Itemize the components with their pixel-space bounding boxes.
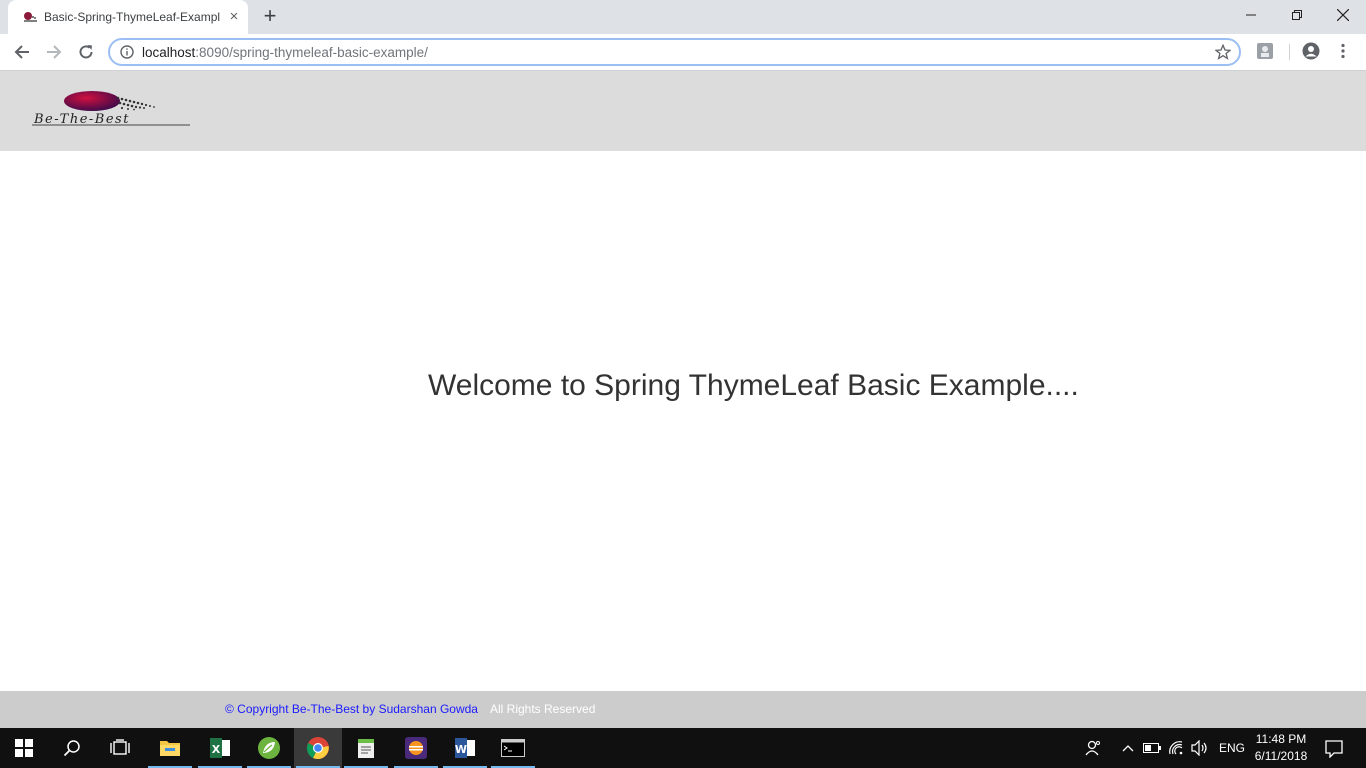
url-host: localhost [142, 45, 196, 60]
site-favicon-icon [24, 12, 37, 22]
tab-title: Basic-Spring-ThymeLeaf-Example [44, 10, 220, 24]
address-bar[interactable]: localhost:8090/spring-thymeleaf-basic-ex… [108, 38, 1241, 66]
taskbar-excel[interactable]: X [196, 728, 244, 768]
tab-close-icon[interactable]: × [226, 9, 242, 25]
start-button[interactable] [0, 728, 48, 768]
excel-icon: X [210, 738, 230, 758]
volume-button[interactable] [1191, 739, 1209, 757]
url-text: localhost:8090/spring-thymeleaf-basic-ex… [142, 45, 428, 60]
new-tab-button[interactable]: + [259, 5, 281, 28]
toolbar-divider [1289, 44, 1290, 60]
reload-icon [79, 45, 93, 59]
page-header: Be-The-Best [0, 71, 1366, 151]
browser-tab[interactable]: Basic-Spring-ThymeLeaf-Example × [8, 0, 248, 34]
copyright-link[interactable]: © Copyright Be-The-Best by Sudarshan Gow… [225, 702, 478, 716]
windows-taskbar: X W ENG 11:48 PM 6/11/2018 [0, 728, 1366, 768]
speaker-icon [1191, 740, 1207, 756]
search-button[interactable] [48, 728, 96, 768]
clock-date: 6/11/2018 [1254, 749, 1308, 763]
network-button[interactable] [1168, 739, 1186, 757]
page-footer: © Copyright Be-The-Best by Sudarshan Gow… [0, 691, 1366, 728]
people-icon [1085, 740, 1100, 756]
account-circle-icon [1302, 42, 1320, 60]
arrow-left-icon [14, 45, 29, 59]
folder-icon [160, 741, 180, 756]
welcome-message: Welcome to Spring ThymeLeaf Basic Exampl… [428, 369, 1079, 402]
input-language[interactable]: ENG [1219, 741, 1245, 755]
windows-logo-icon [15, 739, 33, 757]
close-window-button[interactable] [1320, 0, 1366, 30]
taskbar-file-explorer[interactable] [146, 728, 194, 768]
browser-toolbar: localhost:8090/spring-thymeleaf-basic-ex… [0, 34, 1366, 71]
chrome-icon [306, 737, 329, 760]
extension-icon [1257, 43, 1273, 59]
browser-tab-strip: Basic-Spring-ThymeLeaf-Example × + [0, 0, 1366, 34]
clock-time: 11:48 PM [1255, 732, 1307, 746]
info-icon[interactable] [120, 45, 134, 59]
spring-leaf-icon [258, 737, 280, 759]
extension-button[interactable] [1256, 42, 1276, 62]
taskbar-notepad-plus-plus[interactable] [342, 728, 390, 768]
taskbar-clock[interactable]: 11:48 PM 6/11/2018 [1252, 731, 1310, 765]
url-path: :8090/spring-thymeleaf-basic-example/ [195, 45, 428, 60]
more-vert-icon [1341, 43, 1345, 59]
close-icon [1337, 9, 1349, 21]
command-prompt-icon [501, 739, 525, 757]
task-view-icon [110, 739, 130, 755]
svg-text:X: X [212, 743, 221, 756]
word-icon: W [455, 738, 475, 758]
notepad-plus-plus-icon [358, 739, 374, 758]
taskbar-spring-tool-suite[interactable] [245, 728, 293, 768]
svg-text:W: W [455, 743, 467, 756]
site-logo[interactable]: Be-The-Best [32, 89, 192, 129]
minimize-button[interactable] [1228, 0, 1274, 30]
battery-icon [1143, 743, 1161, 753]
back-button[interactable] [8, 38, 36, 66]
taskbar-eclipse-ide[interactable] [392, 728, 440, 768]
search-icon [63, 740, 80, 757]
people-button[interactable] [1084, 739, 1102, 757]
bookmark-star-icon[interactable] [1215, 44, 1231, 60]
forward-button[interactable] [40, 38, 68, 66]
restore-button[interactable] [1274, 0, 1320, 30]
profile-button[interactable] [1302, 42, 1322, 62]
battery-button[interactable] [1143, 739, 1161, 757]
chevron-up-icon [1122, 745, 1134, 752]
task-view-button[interactable] [96, 728, 144, 768]
taskbar-word[interactable]: W [441, 728, 489, 768]
browser-menu-button[interactable] [1334, 42, 1354, 62]
minimize-icon [1246, 14, 1256, 16]
show-hidden-icons-button[interactable] [1119, 739, 1137, 757]
arrow-right-icon [47, 45, 62, 59]
rights-reserved-text: All Rights Reserved [490, 702, 596, 716]
eclipse-ide-icon [405, 737, 427, 759]
logo-text: Be-The-Best [34, 112, 130, 127]
notification-icon [1325, 740, 1343, 758]
action-center-button[interactable] [1324, 739, 1344, 759]
restore-icon [1292, 10, 1302, 20]
taskbar-chrome[interactable] [294, 728, 342, 768]
taskbar-command-prompt[interactable] [489, 728, 537, 768]
reload-button[interactable] [72, 38, 100, 66]
wifi-icon [1169, 741, 1183, 755]
